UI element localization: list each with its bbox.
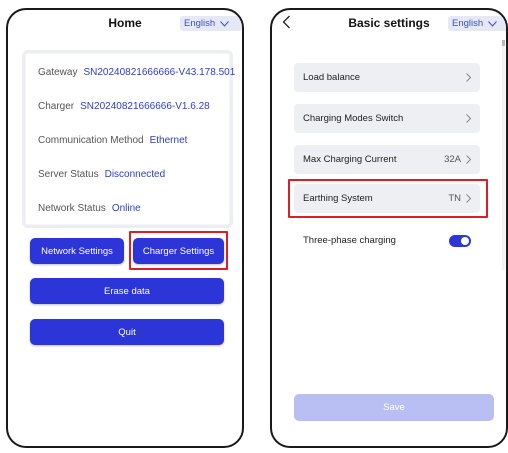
chevron-right-icon	[466, 73, 471, 82]
chevron-right-icon	[466, 114, 471, 123]
info-row-charger: Charger SN20240821666666-V1.6.28	[38, 101, 210, 112]
language-label: English	[452, 18, 484, 29]
chevron-down-icon	[220, 20, 230, 27]
setting-label: Three-phase charging	[303, 235, 396, 246]
info-label: Server Status	[38, 169, 99, 180]
info-row-communication: Communication Method Ethernet	[38, 135, 187, 146]
info-label: Network Status	[38, 203, 106, 214]
info-label: Communication Method	[38, 135, 144, 146]
info-value: Online	[111, 203, 141, 214]
setting-label: Earthing System	[303, 193, 373, 204]
language-label: English	[184, 18, 216, 29]
scroll-thumb[interactable]	[502, 40, 505, 46]
setting-label: Charging Modes Switch	[303, 113, 404, 124]
quit-button[interactable]: Quit	[30, 319, 224, 345]
setting-load-balance[interactable]: Load balance	[294, 63, 480, 92]
info-value: SN20240821666666-V1.6.28	[80, 101, 210, 112]
info-label: Gateway	[38, 67, 78, 78]
info-value: Ethernet	[149, 135, 188, 146]
setting-label: Max Charging Current	[303, 154, 397, 165]
three-phase-toggle[interactable]	[449, 234, 471, 247]
info-label: Charger	[38, 101, 75, 112]
network-settings-button[interactable]: Network Settings	[30, 238, 124, 264]
info-value: Disconnected	[104, 169, 166, 180]
chevron-right-icon	[466, 194, 471, 203]
save-button[interactable]: Save	[294, 394, 494, 421]
language-selector[interactable]: English	[448, 16, 506, 31]
setting-label: Load balance	[303, 72, 361, 83]
setting-value: TN	[448, 193, 461, 204]
scrollbar[interactable]	[502, 40, 505, 270]
setting-value: 32A	[444, 154, 461, 165]
setting-earthing-system[interactable]: Earthing System TN	[294, 184, 480, 213]
device-info-card: Gateway SN20240821666666-V43.178.501 Char…	[22, 50, 235, 228]
setting-right: 32A	[444, 154, 471, 165]
info-row-gateway: Gateway SN20240821666666-V43.178.501	[38, 67, 235, 78]
settings-header: Basic settings English	[272, 10, 506, 36]
setting-max-current[interactable]: Max Charging Current 32A	[294, 145, 480, 174]
home-screen: Home English Gateway SN20240821666666-V43…	[6, 8, 244, 448]
toggle-knob	[461, 236, 469, 245]
home-header: Home English	[8, 10, 242, 36]
info-row-server-status: Server Status Disconnected	[38, 169, 165, 180]
erase-data-button[interactable]: Erase data	[30, 278, 224, 304]
chevron-right-icon	[466, 155, 471, 164]
info-value: SN20240821666666-V43.178.501	[83, 67, 236, 78]
charger-settings-button[interactable]: Charger Settings	[133, 238, 224, 264]
info-row-network-status: Network Status Online	[38, 203, 141, 214]
setting-three-phase: Three-phase charging	[294, 226, 480, 255]
setting-right: TN	[448, 193, 471, 204]
chevron-down-icon	[488, 20, 498, 27]
setting-right	[461, 73, 471, 82]
setting-right	[461, 114, 471, 123]
basic-settings-screen: Basic settings English Load balance Char…	[270, 8, 508, 448]
language-selector[interactable]: English	[180, 16, 242, 31]
setting-charging-modes[interactable]: Charging Modes Switch	[294, 104, 480, 133]
